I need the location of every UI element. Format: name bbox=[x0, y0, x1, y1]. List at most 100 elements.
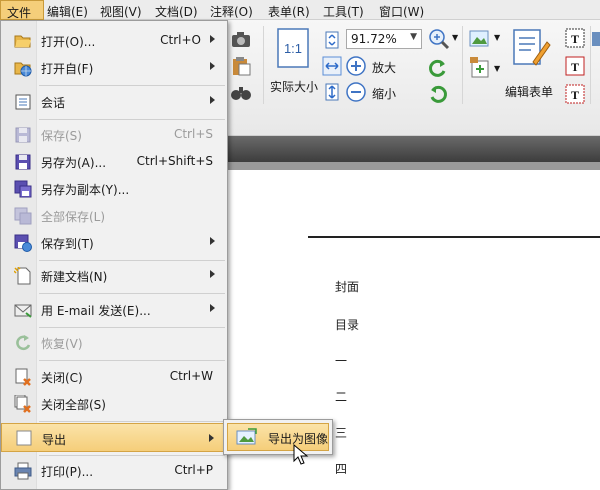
menu-item-save[interactable]: 保存(S) Ctrl+S bbox=[1, 122, 227, 148]
menu-window[interactable]: 窗口(W) bbox=[379, 3, 424, 20]
menu-separator bbox=[39, 260, 225, 261]
open-from-icon bbox=[14, 62, 32, 77]
text-field-icon[interactable]: T bbox=[563, 26, 587, 50]
toc-entry: 四 bbox=[335, 462, 348, 476]
close-document-icon bbox=[15, 368, 31, 386]
export-icon bbox=[16, 430, 32, 446]
menu-item-label: 保存到(T) bbox=[41, 237, 94, 251]
callout-icon[interactable]: T bbox=[563, 82, 587, 106]
save-icon bbox=[15, 127, 31, 143]
export-image-icon bbox=[236, 428, 257, 445]
session-icon bbox=[15, 94, 31, 110]
menu-edit[interactable]: 编辑(E) bbox=[47, 3, 88, 20]
menu-item-shortcut: Ctrl+Shift+S bbox=[136, 154, 213, 168]
clipboard-icon[interactable] bbox=[230, 55, 252, 77]
zoom-combo[interactable]: 91.72% ▼ bbox=[346, 29, 422, 49]
save-all-icon bbox=[14, 207, 32, 225]
submenu-arrow-icon bbox=[210, 270, 215, 278]
menu-item-email[interactable]: 用 E-mail 发送(E)... bbox=[1, 297, 227, 323]
fit-page-icon[interactable] bbox=[322, 30, 342, 50]
zoom-out-label: 缩小 bbox=[372, 87, 397, 101]
menu-item-label: 全部保存(L) bbox=[41, 210, 106, 224]
find-binoculars-icon[interactable] bbox=[230, 82, 252, 102]
snapshot-camera-icon[interactable] bbox=[230, 30, 252, 48]
add-image-icon[interactable] bbox=[468, 56, 492, 80]
edit-form-button[interactable]: 编辑表单 bbox=[505, 26, 559, 116]
menu-item-save-all[interactable]: 全部保存(L) bbox=[1, 203, 227, 229]
menu-item-label: 导出 bbox=[42, 433, 67, 447]
menu-item-save-copy[interactable]: 另存为副本(Y)... bbox=[1, 176, 227, 202]
chevron-down-icon[interactable]: ▼ bbox=[494, 64, 500, 73]
image-tool-icon[interactable] bbox=[468, 28, 492, 50]
actual-size-button[interactable]: 1:1 实际大小 bbox=[270, 26, 318, 116]
menu-tools[interactable]: 工具(T) bbox=[323, 3, 364, 20]
chevron-down-icon[interactable]: ▼ bbox=[410, 32, 417, 42]
menu-item-revert[interactable]: 恢复(V) bbox=[1, 330, 227, 356]
header-rule bbox=[308, 236, 600, 238]
menu-item-label: 新建文档(N) bbox=[41, 270, 108, 284]
menu-item-new-document[interactable]: 新建文档(N) bbox=[1, 263, 227, 289]
menu-document[interactable]: 文档(D) bbox=[155, 3, 198, 20]
toolbar-separator bbox=[590, 26, 591, 104]
overflow-tool-icon[interactable] bbox=[592, 28, 600, 52]
new-document-icon bbox=[14, 267, 31, 285]
toolbar-separator bbox=[263, 26, 264, 104]
fit-visible-icon[interactable] bbox=[322, 82, 342, 102]
menu-item-print[interactable]: 打印(P)... Ctrl+P bbox=[1, 458, 227, 484]
menu-item-shortcut: Ctrl+P bbox=[174, 463, 213, 477]
save-as-icon bbox=[15, 154, 31, 170]
menu-form[interactable]: 表单(R) bbox=[268, 3, 310, 20]
revert-icon bbox=[16, 335, 31, 351]
menu-item-label: 保存(S) bbox=[41, 129, 82, 143]
menu-item-close-all[interactable]: 关闭全部(S) bbox=[1, 391, 227, 417]
menu-item-shortcut: Ctrl+O bbox=[160, 33, 201, 47]
chevron-down-icon[interactable]: ▼ bbox=[452, 33, 458, 42]
text-box-icon[interactable]: T bbox=[563, 54, 587, 78]
zoom-out-button[interactable]: 缩小 bbox=[346, 82, 406, 104]
menu-separator bbox=[39, 85, 225, 86]
edit-form-icon bbox=[513, 29, 551, 66]
menu-file[interactable]: 文件 bbox=[0, 0, 44, 20]
zoom-in-button[interactable]: 放大 bbox=[346, 56, 406, 78]
menu-item-label: 恢复(V) bbox=[41, 337, 83, 351]
menu-comment[interactable]: 注释(O) bbox=[210, 3, 253, 20]
submenu-arrow-icon bbox=[210, 35, 215, 43]
menu-item-label: 另存为(A)... bbox=[41, 156, 107, 170]
menu-item-save-to[interactable]: 保存到(T) bbox=[1, 230, 227, 256]
actual-size-label: 实际大小 bbox=[270, 80, 319, 94]
menu-item-open[interactable]: 打开(O)... Ctrl+O bbox=[1, 28, 227, 54]
menu-item-label: 打印(P)... bbox=[41, 465, 94, 479]
svg-text:T: T bbox=[571, 60, 579, 74]
menu-item-label: 会话 bbox=[41, 96, 66, 110]
rotate-right-icon[interactable] bbox=[428, 84, 448, 104]
save-copy-icon bbox=[14, 180, 32, 198]
toc-entry: 一 bbox=[335, 354, 348, 368]
zoom-in-label: 放大 bbox=[372, 61, 397, 75]
svg-text:T: T bbox=[571, 88, 579, 102]
toc-entry: 目录 bbox=[335, 318, 360, 332]
toolbar-separator bbox=[462, 26, 463, 104]
submenu-arrow-icon bbox=[209, 434, 214, 442]
print-icon bbox=[14, 462, 32, 480]
rotate-left-icon[interactable] bbox=[428, 58, 448, 78]
magnifier-icon[interactable] bbox=[428, 28, 450, 50]
zoom-out-icon bbox=[346, 82, 366, 102]
email-icon bbox=[14, 304, 32, 318]
file-menu: 打开(O)... Ctrl+O 打开自(F) 会话 保存(S) Ctrl+S 另… bbox=[0, 20, 228, 490]
menu-separator bbox=[39, 327, 225, 328]
chevron-down-icon[interactable]: ▼ bbox=[494, 33, 500, 42]
svg-text:T: T bbox=[571, 32, 579, 46]
toc-entry: 二 bbox=[335, 390, 348, 404]
submenu-arrow-icon bbox=[210, 237, 215, 245]
menu-separator bbox=[39, 421, 225, 422]
submenu-arrow-icon bbox=[210, 96, 215, 104]
menu-view[interactable]: 视图(V) bbox=[100, 3, 142, 20]
menu-item-export-image[interactable]: 导出为图像 bbox=[227, 423, 329, 451]
menu-item-open-from[interactable]: 打开自(F) bbox=[1, 55, 227, 81]
menu-item-close[interactable]: 关闭(C) Ctrl+W bbox=[1, 364, 227, 390]
menu-item-session[interactable]: 会话 bbox=[1, 89, 227, 115]
menu-item-save-as[interactable]: 另存为(A)... Ctrl+Shift+S bbox=[1, 149, 227, 175]
fit-width-icon[interactable] bbox=[322, 56, 342, 76]
menu-item-export[interactable]: 导出 bbox=[1, 423, 227, 452]
toc-entry: 封面 bbox=[335, 280, 360, 294]
